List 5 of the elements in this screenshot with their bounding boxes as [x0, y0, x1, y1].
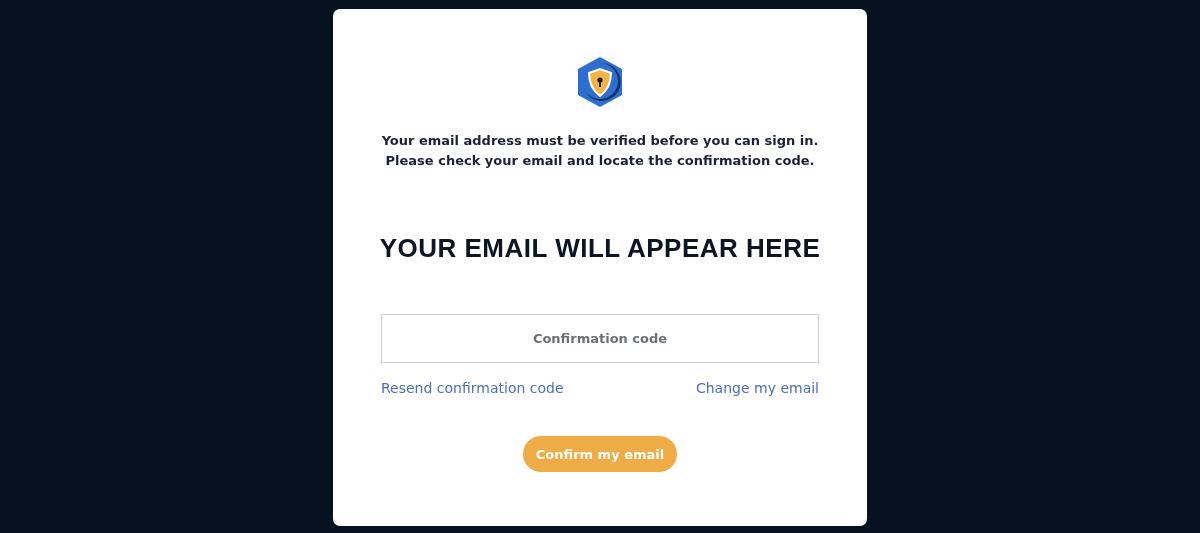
text-link[interactable]: Resend confirmation code [381, 380, 564, 396]
verification-message: Your email address must be verified before you can sign in. Please check your email and locate the confirmation code. [381, 132, 819, 170]
email-heading: YOUR EMAIL WILL APPEAR HERE [379, 233, 821, 264]
text-link[interactable]: Change my email [695, 380, 819, 396]
confirmation-code-field[interactable]: Confirmation code [381, 314, 819, 363]
